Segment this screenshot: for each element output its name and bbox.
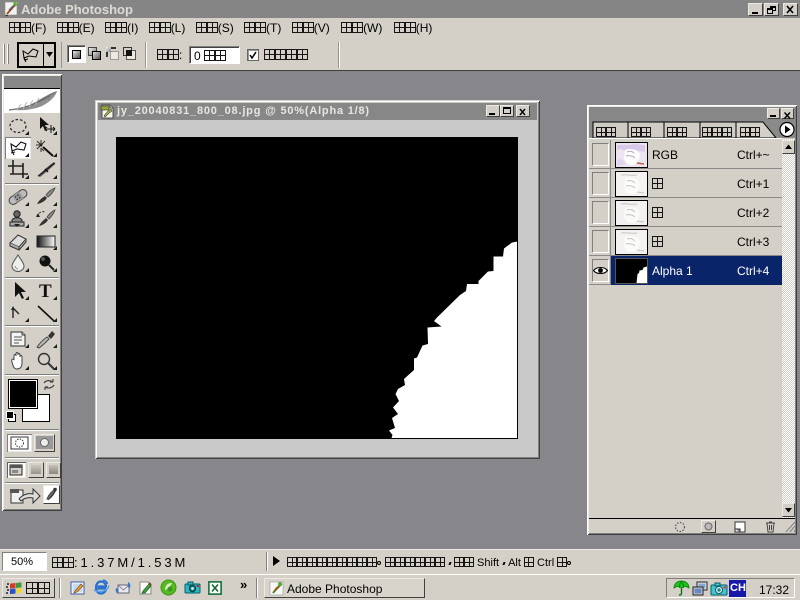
svg-text:T: T [39, 281, 52, 302]
